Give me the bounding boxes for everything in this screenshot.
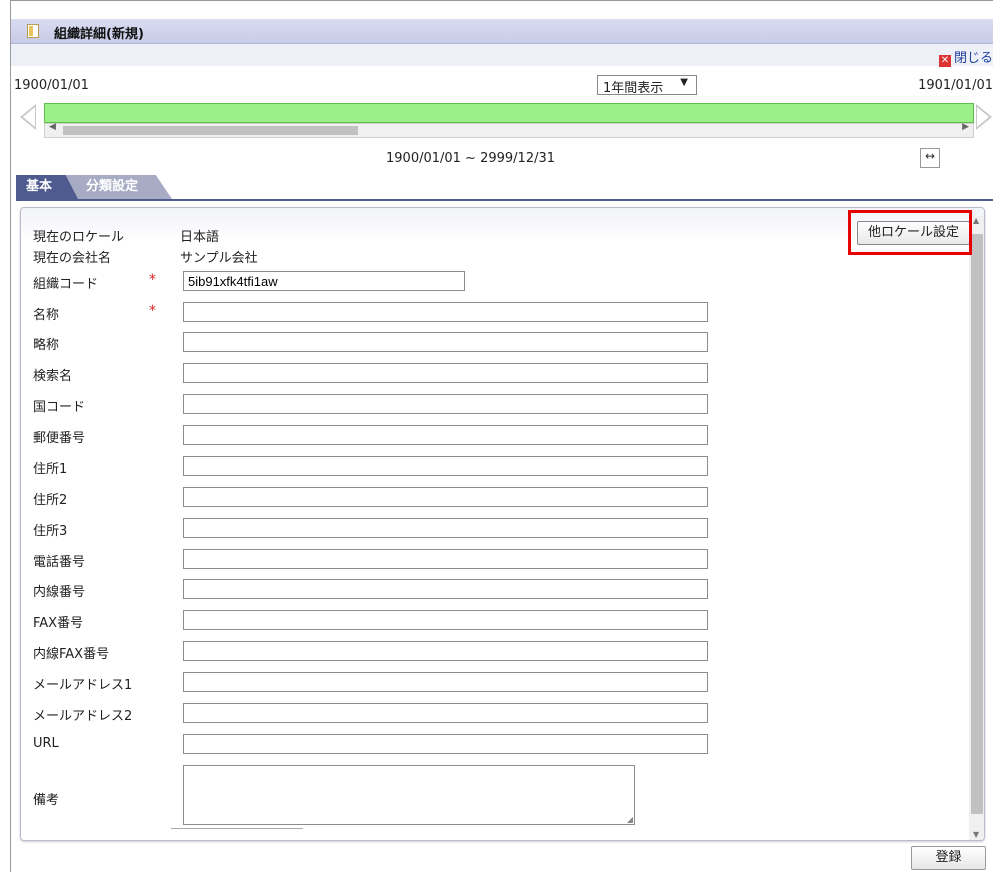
form-label: 内線FAX番号 — [33, 647, 110, 662]
short-name-input[interactable] — [183, 332, 708, 352]
scroll-down-icon[interactable]: ▼ — [973, 830, 979, 839]
form-panel: 現在のロケール 日本語 現在の会社名 サンプル会社 他ロケール設定 組織コード … — [20, 207, 985, 841]
panel-header — [21, 208, 984, 242]
window-subbar: ✕ 閉じる — [11, 44, 993, 67]
form-label: 略称 — [33, 338, 60, 353]
form-label: メールアドレス1 — [33, 678, 133, 693]
close-link[interactable]: ✕ 閉じる — [938, 47, 993, 67]
email2-input[interactable] — [183, 703, 708, 723]
panel-scrollbar[interactable]: ▲ ▼ — [969, 216, 984, 840]
required-marker: * — [149, 303, 156, 319]
url-input[interactable] — [183, 734, 708, 754]
form-label: 住所3 — [33, 524, 68, 539]
form-label: 内線番号 — [33, 585, 86, 600]
email1-input[interactable] — [183, 672, 708, 692]
scroll-up-icon[interactable]: ▲ — [973, 216, 979, 225]
name-input[interactable] — [183, 302, 708, 322]
form-label: 現在のロケール — [33, 230, 125, 245]
window-titlebar: 組織詳細(新規) — [11, 19, 993, 44]
form-label: メールアドレス2 — [33, 709, 133, 724]
country-code-input[interactable] — [183, 394, 708, 414]
timeline-scroll-thumb[interactable] — [63, 126, 358, 135]
address1-input[interactable] — [183, 456, 708, 476]
close-icon: ✕ — [938, 55, 951, 67]
window-title: 組織詳細(新規) — [54, 27, 144, 42]
form-label: FAX番号 — [33, 616, 84, 631]
form-label: 名称 — [33, 308, 60, 323]
form-label: 電話番号 — [33, 555, 86, 570]
divider — [171, 828, 303, 829]
address2-input[interactable] — [183, 487, 708, 507]
timeline-end-date: 1901/01/01 — [918, 78, 993, 93]
required-marker: * — [149, 272, 156, 288]
period-select[interactable]: 1年間表示 ▼ — [597, 75, 697, 96]
scroll-left-icon[interactable]: ◀ — [49, 122, 56, 132]
form-label: 郵便番号 — [33, 431, 86, 446]
form-label: 住所1 — [33, 462, 68, 477]
extension-fax-input[interactable] — [183, 641, 708, 661]
form-label: 現在の会社名 — [33, 251, 112, 266]
dropdown-arrow-icon: ▼ — [680, 77, 688, 88]
tab-bar: 分類設定 基本 — [16, 175, 993, 201]
phone-input[interactable] — [183, 549, 708, 569]
address3-input[interactable] — [183, 518, 708, 538]
postal-code-input[interactable] — [183, 425, 708, 445]
expand-width-icon[interactable]: ↔ — [920, 148, 940, 168]
search-name-input[interactable] — [183, 363, 708, 383]
period-select-value: 1年間表示 — [603, 81, 664, 96]
timeline-start-date: 1900/01/01 — [14, 78, 89, 93]
highlight-box — [848, 210, 972, 255]
timeline-range: 1900/01/01 ~ 2999/12/31 — [386, 151, 556, 166]
company-value: サンプル会社 — [180, 251, 258, 266]
page-icon — [27, 24, 39, 38]
timeline-next-arrow-icon[interactable] — [976, 104, 992, 130]
register-button[interactable]: 登録 — [911, 846, 986, 870]
form-label: 備考 — [33, 793, 60, 808]
form-label: 組織コード — [33, 277, 99, 292]
timeline-bar[interactable] — [44, 103, 974, 123]
panel-scroll-thumb[interactable] — [971, 234, 983, 814]
locale-value: 日本語 — [180, 230, 220, 245]
org-code-input[interactable] — [183, 271, 465, 291]
timeline-prev-arrow-icon[interactable] — [20, 104, 36, 130]
form-label: URL — [33, 736, 59, 751]
tab-classification[interactable]: 分類設定 — [64, 175, 172, 199]
fax-input[interactable] — [183, 610, 708, 630]
close-label: 閉じる — [953, 51, 993, 66]
form-label: 検索名 — [33, 369, 73, 384]
extension-input[interactable] — [183, 579, 708, 599]
form-label: 住所2 — [33, 493, 68, 508]
scroll-right-icon[interactable]: ▶ — [962, 122, 969, 132]
remarks-textarea[interactable]: ◢ — [183, 765, 635, 825]
form-label: 国コード — [33, 400, 86, 415]
timeline-scrollbar[interactable]: ◀ ▶ — [44, 122, 974, 138]
resize-grip-icon[interactable]: ◢ — [627, 815, 633, 824]
